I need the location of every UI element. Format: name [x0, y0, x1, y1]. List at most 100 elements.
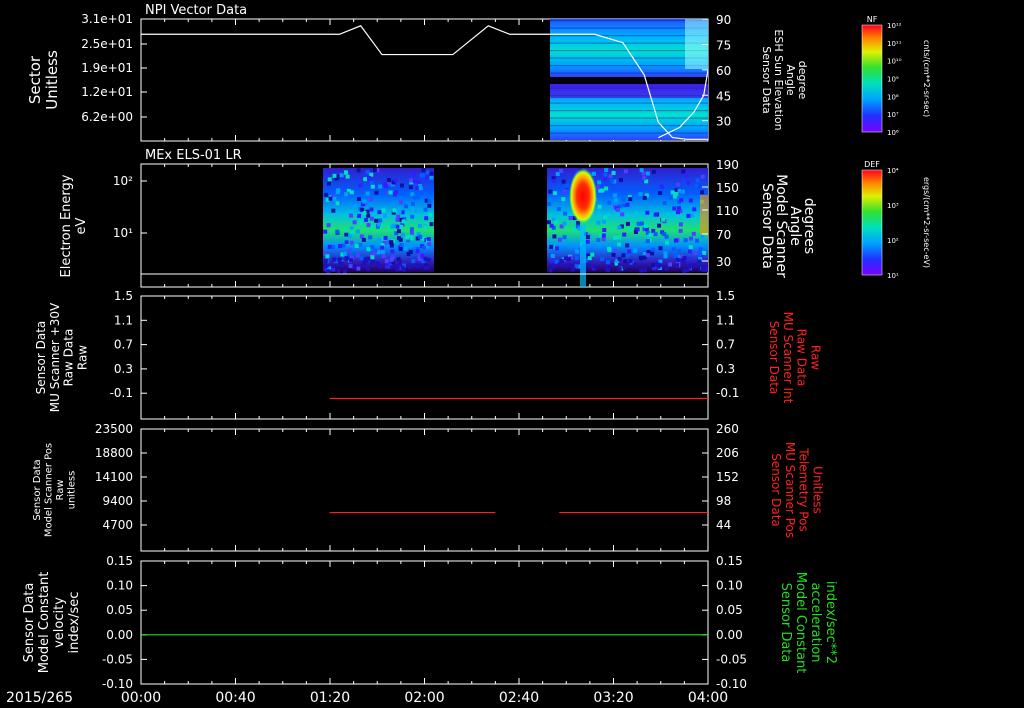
colorbar-tick-label: 10¹¹	[887, 40, 902, 48]
left-tick-label: 0.7	[114, 338, 133, 352]
els-speckle	[365, 170, 370, 175]
els-speckle	[401, 219, 406, 224]
left-axis-label: Model Constant	[37, 572, 52, 674]
els-speckle	[636, 221, 641, 226]
time-tick-label: 01:20	[310, 690, 350, 706]
els-speckle	[356, 168, 361, 173]
els-speckle	[575, 249, 580, 254]
left-axis-label: Raw	[55, 479, 66, 500]
right-tick-label: 45	[716, 89, 731, 103]
els-speckle	[570, 267, 575, 272]
right-tick-label: 0.00	[716, 628, 743, 642]
els-speckle	[625, 202, 630, 207]
els-speckle	[348, 264, 353, 269]
els-speckle	[429, 222, 434, 227]
els-speckle	[366, 213, 371, 218]
els-speckle	[376, 250, 381, 255]
left-tick-label: 0.05	[106, 603, 133, 617]
right-tick-label: 110	[716, 204, 739, 218]
left-tick-label: 10²	[113, 174, 133, 188]
els-speckle	[418, 234, 423, 239]
els-speckle	[326, 223, 331, 228]
els-speckle	[685, 268, 690, 273]
left-axis-label: Sensor Data	[32, 459, 43, 520]
els-speckle	[552, 191, 557, 196]
els-speckle	[361, 263, 366, 268]
right-tick-label: -0.1	[716, 386, 739, 400]
els-speckle	[550, 258, 555, 263]
els-speckle	[679, 198, 684, 203]
colorbar-tick-label: 10⁹	[887, 76, 899, 84]
els-speckle	[344, 232, 349, 237]
els-speckle	[656, 264, 661, 269]
els-speckle	[349, 258, 354, 263]
left-tick-label: 0.15	[106, 554, 133, 568]
els-speckle	[403, 246, 408, 251]
left-tick-label: 10¹	[113, 226, 133, 240]
right-tick-label: 30	[716, 115, 731, 129]
els-speckle	[399, 243, 404, 248]
els-speckle	[417, 223, 422, 228]
els-speckle	[425, 170, 430, 175]
els-speckle	[389, 265, 394, 270]
els-speckle	[602, 227, 607, 232]
els-speckle	[332, 173, 337, 178]
els-speckle	[672, 206, 677, 211]
els-speckle	[327, 244, 332, 249]
left-axis-label: Electron Energy	[59, 174, 74, 277]
els-speckle	[597, 180, 602, 185]
els-speckle	[375, 261, 380, 266]
colorbar-tick-label: 10¹²	[887, 22, 902, 30]
els-speckle	[427, 241, 432, 246]
els-speckle	[645, 239, 650, 244]
els-speckle	[700, 234, 705, 239]
els-speckle	[401, 267, 406, 272]
right-tick-label: -0.10	[716, 677, 747, 691]
els-speckle	[425, 265, 430, 270]
right-tick-label: 90	[716, 13, 731, 27]
els-speckle	[702, 250, 707, 255]
left-axis-label: velocity	[52, 597, 67, 648]
els-speckle	[613, 235, 618, 240]
right-axis-label: Sensor Data	[769, 453, 783, 527]
right-tick-label: 150	[716, 181, 739, 195]
els-speckle	[603, 215, 608, 220]
els-speckle	[675, 182, 680, 187]
els-speckle	[617, 257, 622, 262]
spectro-violet-band	[550, 84, 708, 98]
els-speckle	[395, 217, 400, 222]
els-speckle	[339, 173, 344, 178]
els-speckle	[410, 214, 415, 219]
right-tick-label: 30	[716, 255, 731, 269]
spectro-row-stripe	[550, 132, 708, 134]
els-speckle	[622, 265, 627, 270]
els-speckle	[658, 190, 663, 195]
els-speckle	[697, 259, 702, 264]
els-speckle	[693, 251, 698, 256]
els-speckle	[339, 262, 344, 267]
els-speckle	[372, 168, 377, 173]
els-speckle	[700, 174, 705, 179]
colorbar-title: DEF	[864, 160, 880, 169]
right-tick-label: 0.05	[716, 603, 743, 617]
right-axis-label: Sensor Data	[760, 46, 773, 113]
els-speckle	[392, 208, 397, 213]
els-speckle	[363, 177, 368, 182]
els-speckle	[574, 256, 579, 261]
els-speckle	[383, 235, 388, 240]
els-speckle	[638, 192, 643, 197]
els-speckle	[349, 240, 354, 245]
els-speckle	[347, 248, 352, 253]
els-speckle	[548, 268, 553, 273]
els-speckle	[352, 265, 357, 270]
els-speckle	[698, 247, 703, 252]
els-speckle	[393, 192, 398, 197]
els-speckle	[653, 232, 658, 237]
els-speckle	[590, 252, 595, 257]
els-speckle	[686, 213, 691, 218]
els-speckle	[620, 212, 625, 217]
els-speckle	[645, 171, 650, 176]
right-tick-label: 75	[716, 38, 731, 52]
els-speckle	[377, 238, 382, 243]
right-axis-label: degree	[796, 61, 809, 100]
